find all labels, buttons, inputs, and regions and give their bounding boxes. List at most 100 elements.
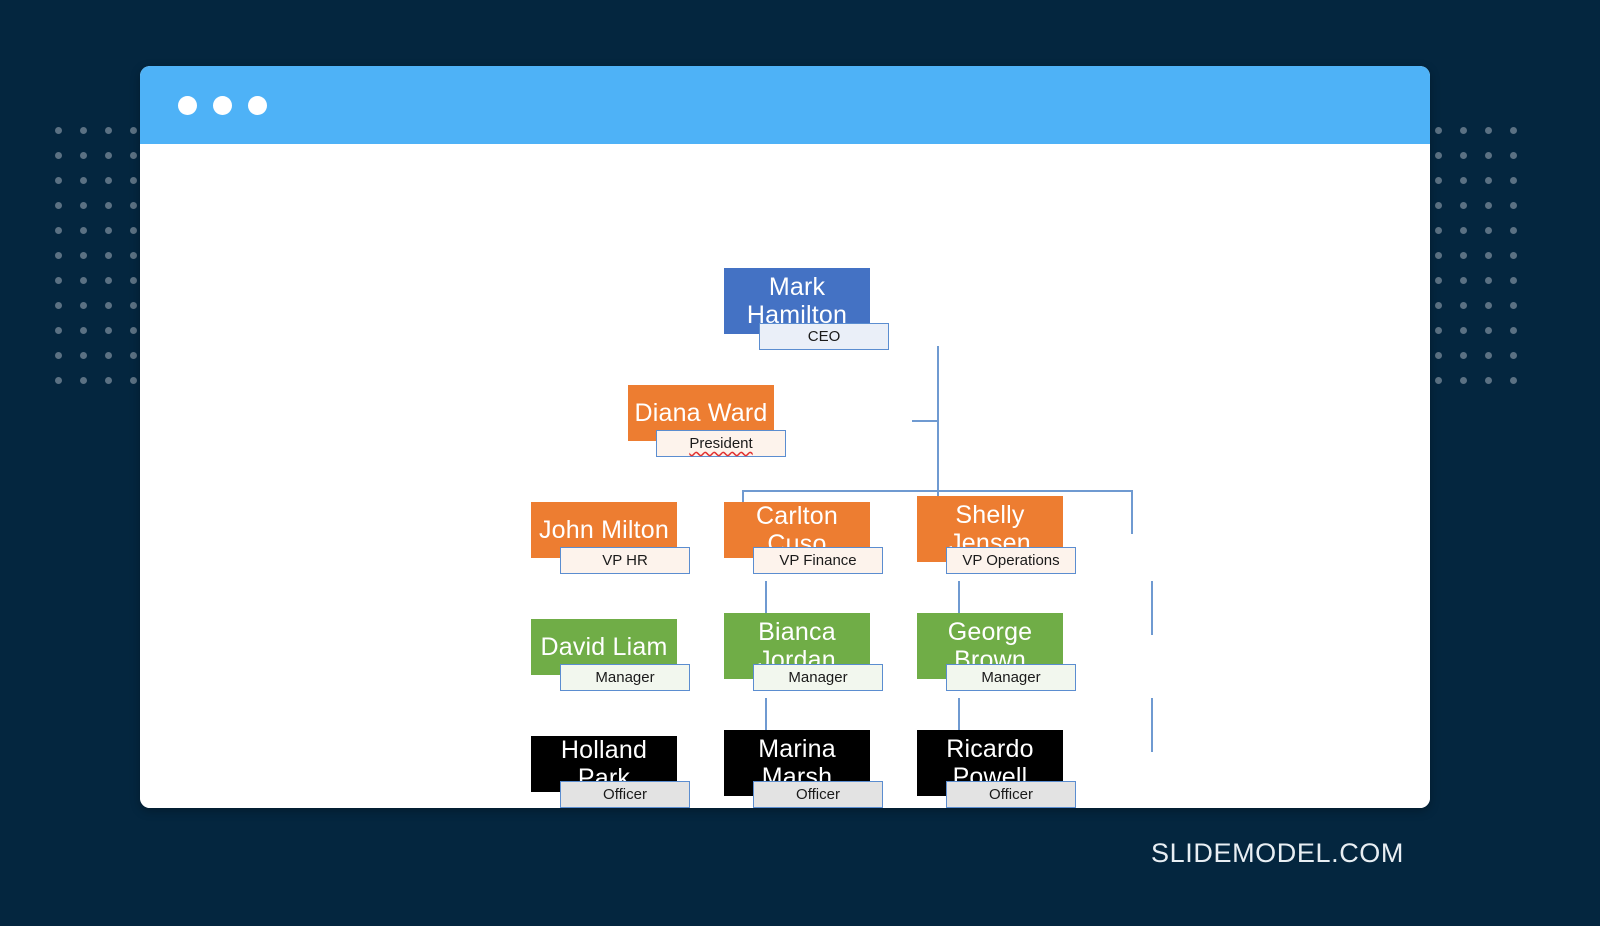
window-dot-2-icon[interactable] (213, 95, 232, 115)
org-node-president-title: President (656, 430, 786, 457)
decorative-dot (1435, 302, 1442, 309)
decorative-dot (1485, 152, 1492, 159)
browser-titlebar (140, 66, 1430, 144)
decorative-dot (1485, 327, 1492, 334)
decorative-dot (105, 152, 112, 159)
decorative-dot (1510, 202, 1517, 209)
decorative-dot (105, 277, 112, 284)
decorative-dot (1435, 202, 1442, 209)
decorative-dot (105, 302, 112, 309)
org-node-officer-hr[interactable]: Holland Park Officer (531, 736, 731, 808)
connector-drop-vp-operations (1131, 490, 1133, 534)
decorative-dot (55, 202, 62, 209)
org-node-ceo[interactable]: Mark Hamilton CEO (724, 268, 924, 350)
decorative-dot (1510, 352, 1517, 359)
decorative-dot (1485, 177, 1492, 184)
decorative-dot (105, 352, 112, 359)
decorative-dot (1485, 377, 1492, 384)
window-dot-3-icon[interactable] (248, 95, 267, 115)
decorative-dot (1460, 252, 1467, 259)
decorative-dot (80, 202, 87, 209)
decorative-dot (130, 127, 137, 134)
decorative-dot (130, 277, 137, 284)
decorative-dot (1435, 227, 1442, 234)
org-node-manager-hr[interactable]: David Liam Manager (531, 619, 731, 699)
decorative-dot (105, 127, 112, 134)
decorative-dot (130, 352, 137, 359)
decorative-dot (1435, 252, 1442, 259)
decorative-dot (55, 227, 62, 234)
org-node-officer-finance-title: Officer (753, 781, 883, 808)
decorative-dot-grid-right (1435, 127, 1535, 402)
connector-ceo-trunk-lower (937, 420, 939, 491)
decorative-dot (105, 252, 112, 259)
decorative-dot (80, 127, 87, 134)
decorative-dot (130, 152, 137, 159)
decorative-dot (1510, 327, 1517, 334)
decorative-dot (1460, 377, 1467, 384)
decorative-dot (130, 177, 137, 184)
decorative-dot (1485, 352, 1492, 359)
decorative-dot (1510, 227, 1517, 234)
connector-manager-operations-to-officer (1151, 698, 1153, 752)
org-node-officer-finance[interactable]: Marina Marsh Officer (724, 730, 924, 808)
decorative-dot (1485, 202, 1492, 209)
decorative-dot (1460, 127, 1467, 134)
decorative-dot (1485, 227, 1492, 234)
decorative-dot (80, 277, 87, 284)
decorative-dot (1460, 202, 1467, 209)
decorative-dot (55, 377, 62, 384)
decorative-dot (55, 152, 62, 159)
decorative-dot (105, 227, 112, 234)
decorative-dot (80, 327, 87, 334)
decorative-dot (1510, 177, 1517, 184)
decorative-dot (80, 377, 87, 384)
decorative-dot (1460, 302, 1467, 309)
decorative-dot (80, 252, 87, 259)
decorative-dot (130, 377, 137, 384)
org-node-vp-operations[interactable]: Shelly Jensen VP Operations (917, 496, 1117, 582)
decorative-dot (1460, 177, 1467, 184)
org-node-vp-hr[interactable]: John Milton VP HR (531, 502, 731, 582)
org-node-manager-operations[interactable]: George Brown Manager (917, 613, 1117, 699)
org-node-vp-hr-title: VP HR (560, 547, 690, 574)
decorative-dot (1435, 152, 1442, 159)
decorative-dot (55, 177, 62, 184)
org-node-vp-finance[interactable]: Carlton Cuso VP Finance (724, 502, 924, 582)
connector-president-stub (912, 420, 938, 422)
org-node-manager-operations-title: Manager (946, 664, 1076, 691)
decorative-dot (80, 227, 87, 234)
decorative-dot (55, 327, 62, 334)
decorative-dot (1485, 127, 1492, 134)
decorative-dot (1510, 127, 1517, 134)
browser-window: Mark Hamilton CEO Diana Ward President J… (140, 66, 1430, 808)
org-node-vp-finance-title: VP Finance (753, 547, 883, 574)
decorative-dot (55, 252, 62, 259)
decorative-dot (1435, 177, 1442, 184)
decorative-dot (80, 152, 87, 159)
decorative-dot (80, 352, 87, 359)
org-node-ceo-title: CEO (759, 323, 889, 350)
decorative-dot (1485, 302, 1492, 309)
org-node-officer-operations[interactable]: Ricardo Powell Officer (917, 730, 1117, 808)
decorative-dot (1485, 277, 1492, 284)
decorative-dot (1510, 252, 1517, 259)
decorative-dot (1460, 327, 1467, 334)
decorative-dot (1510, 277, 1517, 284)
decorative-dot (55, 302, 62, 309)
decorative-dot (1435, 127, 1442, 134)
decorative-dot (1435, 277, 1442, 284)
connector-vp-operations-to-manager (1151, 581, 1153, 635)
decorative-dot (80, 302, 87, 309)
decorative-dot (1435, 327, 1442, 334)
decorative-dot (1435, 377, 1442, 384)
decorative-dot (1510, 152, 1517, 159)
decorative-dot (1510, 377, 1517, 384)
org-node-president[interactable]: Diana Ward President (628, 385, 828, 457)
decorative-dot (105, 377, 112, 384)
decorative-dot (1460, 227, 1467, 234)
decorative-dot (105, 177, 112, 184)
org-node-manager-finance[interactable]: Bianca Jordan Manager (724, 613, 924, 699)
window-dot-1-icon[interactable] (178, 95, 197, 115)
decorative-dot (1485, 252, 1492, 259)
